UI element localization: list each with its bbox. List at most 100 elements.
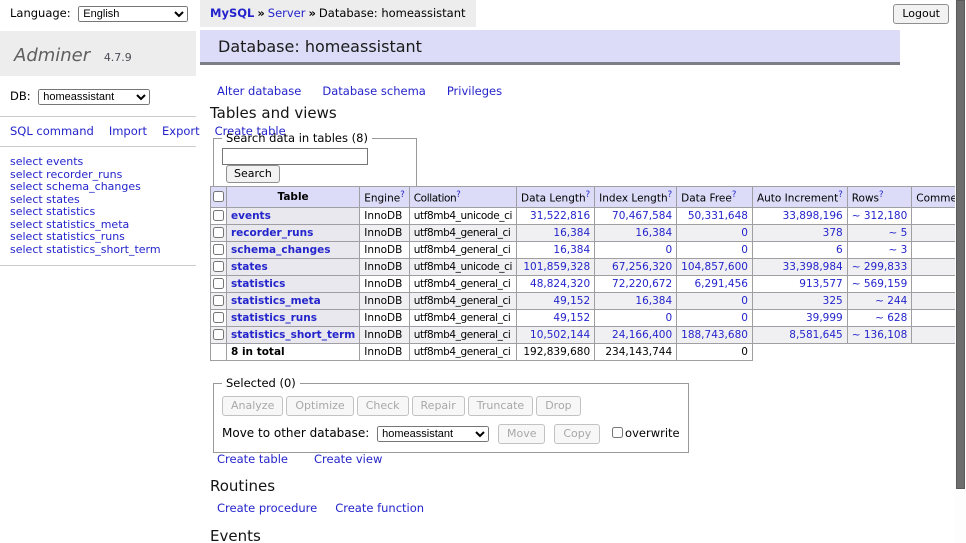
overwrite-checkbox[interactable] [612,427,623,438]
export-link[interactable]: Export [162,124,200,138]
column-help-link[interactable]: ? [586,190,591,200]
table-name-link[interactable]: statistics_short_term [231,329,355,341]
data-length-link[interactable]: 49,152 [553,295,590,307]
database-schema-link[interactable]: Database schema [322,84,425,98]
index-length-link[interactable]: 0 [665,312,672,324]
check-button[interactable]: Check [357,396,409,416]
data-length-link[interactable]: 101,859,328 [523,261,590,273]
index-length-link[interactable]: 16,384 [635,227,672,239]
import-link[interactable]: Import [109,124,147,138]
auto-increment-link[interactable]: 378 [823,227,843,239]
create-procedure-link[interactable]: Create procedure [217,501,317,515]
sql-command-link[interactable]: SQL command [10,124,94,138]
auto-increment-cell: 39,999 [752,309,847,326]
table-name-link[interactable]: statistics_runs [231,312,317,324]
create-table-link-bottom[interactable]: Create table [217,452,288,466]
optimize-button[interactable]: Optimize [286,396,353,416]
data-length-link[interactable]: 49,152 [553,312,590,324]
table-name-link[interactable]: statistics_meta [231,295,321,307]
column-help-link[interactable]: ? [838,190,843,200]
row-select-checkbox[interactable] [213,295,224,306]
data-length-link[interactable]: 48,824,320 [530,278,590,290]
sidebar-select-table-link[interactable]: select statistics_runs [10,231,186,244]
logout-button[interactable]: Logout [893,4,949,24]
auto-increment-link[interactable]: 39,999 [806,312,843,324]
rows-estimate-link[interactable]: ~ 299,833 [852,261,908,273]
row-select-checkbox[interactable] [213,261,224,272]
sidebar-select-table-link[interactable]: select events [10,156,186,169]
sidebar-select-table-link[interactable]: select statistics_short_term [10,244,186,257]
row-select-checkbox[interactable] [213,329,224,340]
breadcrumb-mysql-link[interactable]: MySQL [210,6,254,20]
alter-database-link[interactable]: Alter database [217,84,301,98]
index-length-link[interactable]: 0 [665,244,672,256]
auto-increment-link[interactable]: 8,581,645 [789,329,842,341]
index-length-link[interactable]: 70,467,584 [612,210,672,222]
data-length-link[interactable]: 16,384 [553,244,590,256]
auto-increment-link[interactable]: 6 [836,244,843,256]
drop-button[interactable]: Drop [536,396,580,416]
table-name-link[interactable]: statistics [231,278,285,290]
row-select-checkbox[interactable] [213,210,224,221]
row-select-checkbox[interactable] [213,278,224,289]
data-length-link[interactable]: 10,502,144 [530,329,590,341]
data-free-link[interactable]: 188,743,680 [681,329,748,341]
language-select[interactable]: English [78,6,188,22]
analyze-button[interactable]: Analyze [222,396,283,416]
collation-cell: utf8mb4_general_ci [409,292,516,309]
auto-increment-link[interactable]: 325 [823,295,843,307]
row-select-checkbox[interactable] [213,244,224,255]
truncate-button[interactable]: Truncate [468,396,533,416]
column-help-link[interactable]: ? [668,190,673,200]
privileges-link[interactable]: Privileges [447,84,502,98]
create-function-link[interactable]: Create function [335,501,424,515]
sidebar-select-table-link[interactable]: select statistics [10,206,186,219]
index-length-link[interactable]: 16,384 [635,295,672,307]
data-free-link[interactable]: 50,331,648 [688,210,748,222]
data-free-link[interactable]: 0 [741,312,748,324]
table-name-link[interactable]: states [231,261,268,273]
table-name-link[interactable]: recorder_runs [231,227,313,239]
auto-increment-link[interactable]: 33,898,196 [783,210,843,222]
select-all-checkbox[interactable] [213,191,224,202]
scrollbar-thumb[interactable] [956,0,965,489]
rows-estimate-link[interactable]: ~ 569,159 [852,278,908,290]
search-input[interactable] [222,148,368,165]
column-help-link[interactable]: ? [456,190,460,200]
rows-estimate-link[interactable]: ~ 5 [888,227,907,239]
move-database-select[interactable]: homeassistant [377,426,489,442]
create-view-link[interactable]: Create view [314,452,382,466]
data-free-link[interactable]: 104,857,600 [681,261,748,273]
data-free-link[interactable]: 0 [741,244,748,256]
rows-estimate-link[interactable]: ~ 312,180 [852,210,908,222]
db-select[interactable]: homeassistant [38,89,150,105]
column-help-link[interactable]: ? [400,190,405,200]
breadcrumb-server-link[interactable]: Server [268,6,306,20]
rows-estimate-link[interactable]: ~ 3 [888,244,907,256]
auto-increment-link[interactable]: 33,398,984 [783,261,843,273]
column-help-link[interactable]: ? [732,190,737,200]
repair-button[interactable]: Repair [412,396,465,416]
sidebar-select-table-link[interactable]: select schema_changes [10,181,186,194]
data-free-link[interactable]: 0 [741,295,748,307]
data-length-link[interactable]: 31,522,816 [530,210,590,222]
auto-increment-link[interactable]: 913,577 [799,278,842,290]
column-help-link[interactable]: ? [879,190,884,200]
table-name-link[interactable]: events [231,210,271,222]
data-free-link[interactable]: 0 [741,227,748,239]
row-select-checkbox[interactable] [213,312,224,323]
rows-estimate-link[interactable]: ~ 628 [875,312,907,324]
index-length-link[interactable]: 24,166,400 [612,329,672,341]
rows-estimate-link[interactable]: ~ 136,108 [852,329,908,341]
index-length-link[interactable]: 72,220,672 [612,278,672,290]
index-length-link[interactable]: 67,256,320 [612,261,672,273]
data-free-link[interactable]: 6,291,456 [695,278,748,290]
move-button[interactable]: Move [498,424,546,444]
row-select-checkbox[interactable] [213,227,224,238]
rows-estimate-link[interactable]: ~ 244 [875,295,907,307]
search-button[interactable]: Search [226,165,280,183]
table-name-link[interactable]: schema_changes [231,244,331,256]
copy-button[interactable]: Copy [554,424,600,444]
data-length-link[interactable]: 16,384 [553,227,590,239]
vertical-scrollbar[interactable] [955,0,966,543]
